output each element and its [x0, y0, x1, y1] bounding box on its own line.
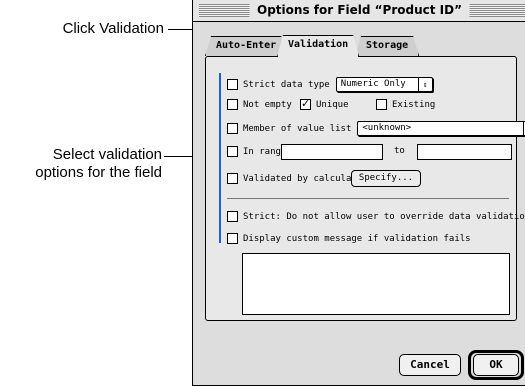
tab-auto-enter[interactable]: Auto-Enter — [205, 36, 287, 56]
member-of-value-list-label: Member of value list — [243, 123, 352, 134]
in-range-label: In range — [243, 146, 287, 157]
range-to-input[interactable] — [417, 144, 512, 160]
strict-override-checkbox[interactable] — [227, 211, 238, 222]
strict-override-label: Strict: Do not allow user to override da… — [243, 211, 525, 222]
strict-data-type-checkbox[interactable] — [227, 79, 238, 90]
validation-options-bracket — [219, 73, 221, 243]
popup-arrows-icon: ⇕ — [417, 78, 428, 91]
display-custom-message-label: Display custom message if validation fai… — [243, 233, 471, 244]
options-divider — [227, 198, 509, 199]
existing-checkbox[interactable] — [376, 99, 387, 110]
strict-data-type-row: Strict data type Numeric Only ⇕ — [227, 77, 433, 92]
display-custom-message-row: Display custom message if validation fai… — [227, 233, 471, 244]
not-empty-row: Not empty — [227, 99, 292, 110]
member-of-value-list-checkbox[interactable] — [227, 123, 238, 134]
callout-select-validation-line1: Select validation — [52, 146, 162, 163]
strict-data-type-label: Strict data type — [243, 79, 330, 90]
unique-checkbox[interactable] — [300, 97, 311, 110]
data-type-popup-value: Numeric Only — [340, 79, 406, 89]
strict-override-row: Strict: Do not allow user to override da… — [227, 211, 525, 222]
range-to-label: to — [394, 146, 405, 156]
in-range-row: In range — [227, 146, 286, 157]
existing-row: Existing — [376, 99, 435, 110]
field-options-dialog: Options for Field “Product ID” Auto-Ente… — [192, 0, 525, 386]
unique-row: Unique — [300, 97, 349, 110]
display-custom-message-checkbox[interactable] — [227, 233, 238, 244]
cancel-button[interactable]: Cancel — [399, 354, 461, 376]
member-of-value-list-row: Member of value list <unknown> ⇕ — [227, 121, 525, 136]
title-bar[interactable]: Options for Field “Product ID” — [193, 0, 525, 22]
range-to-label-row: to — [394, 146, 405, 156]
tab-validation[interactable]: Validation — [277, 35, 359, 57]
ok-button[interactable]: OK — [473, 354, 519, 376]
tab-storage[interactable]: Storage — [355, 36, 419, 56]
value-list-popup-value: <unknown> — [362, 123, 412, 133]
callout-select-validation-line2: options for the field — [35, 164, 162, 181]
data-type-popup[interactable]: Numeric Only ⇕ — [335, 77, 433, 92]
unique-label: Unique — [316, 99, 349, 110]
range-from-input[interactable] — [281, 144, 383, 160]
specify-button[interactable]: Specify... — [351, 170, 421, 187]
dialog-title: Options for Field “Product ID” — [249, 2, 470, 19]
existing-label: Existing — [392, 99, 436, 110]
callout-click-validation: Click Validation — [62, 20, 164, 37]
validated-by-calculation-checkbox[interactable] — [227, 173, 238, 184]
not-empty-checkbox[interactable] — [227, 99, 238, 110]
value-list-popup[interactable]: <unknown> ⇕ — [357, 121, 525, 136]
in-range-checkbox[interactable] — [227, 146, 238, 157]
custom-message-textarea[interactable] — [242, 253, 510, 315]
not-empty-label: Not empty — [243, 99, 292, 110]
